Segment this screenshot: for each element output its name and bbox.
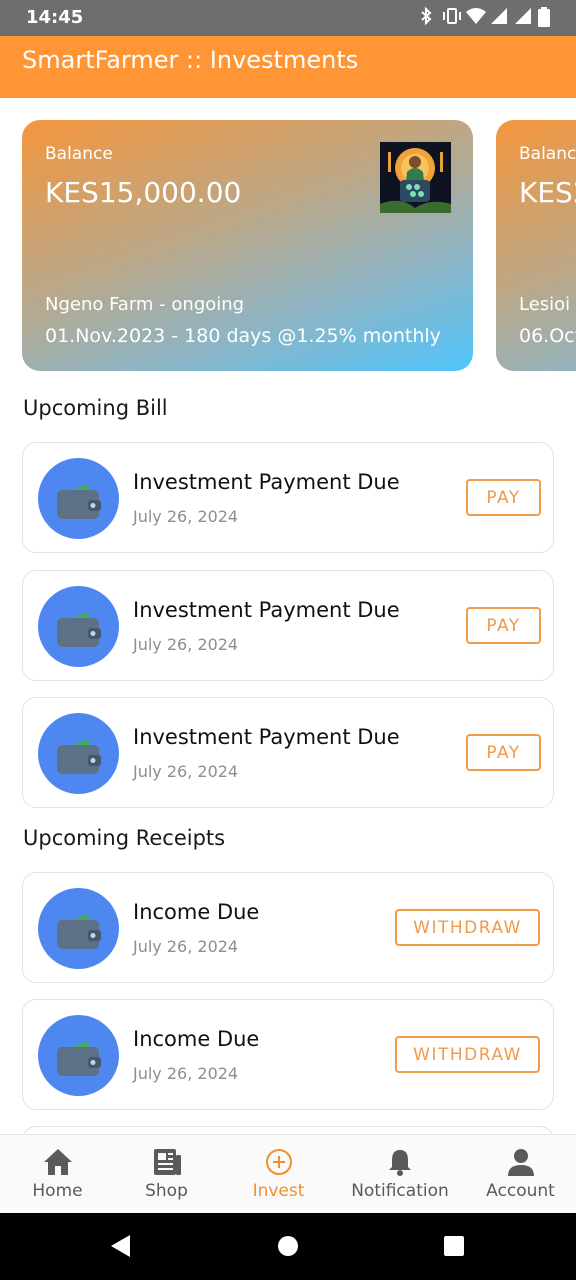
nav-item-shop[interactable]: Shop [109,1135,224,1214]
item-title: Income Due [133,900,260,924]
nav-item-home[interactable]: Home [0,1135,115,1214]
nav-label: Home [32,1181,83,1201]
signal-icon [514,7,531,25]
withdraw-button[interactable]: WITHDRAW [395,1036,540,1073]
pay-button[interactable]: PAY [466,607,541,644]
app-bar: SmartFarmer :: Investments [0,36,576,98]
page-title: SmartFarmer :: Investments [22,46,359,74]
person-icon [505,1147,537,1177]
withdraw-button[interactable]: WITHDRAW [395,909,540,946]
nav-item-invest[interactable]: Invest [221,1135,336,1214]
pay-button[interactable]: PAY [466,734,541,771]
nav-label: Invest [252,1181,305,1201]
status-time: 14:45 [26,7,84,28]
farm-status: Ngeno Farm - ongoing [45,294,245,315]
nav-item-account[interactable]: Account [463,1135,576,1214]
bell-icon [384,1147,416,1177]
nav-item-notification[interactable]: Notification [336,1135,464,1214]
item-title: Investment Payment Due [133,470,400,494]
newspaper-icon [151,1147,183,1177]
investment-terms: 01.Nov.2023 - 180 days @1.25% monthly [45,325,441,347]
system-navigation-bar [0,1213,576,1280]
back-button[interactable] [80,1213,160,1280]
receipt-item[interactable]: Income Due July 26, 2024 WITHDRAW [22,872,554,983]
bill-item[interactable]: Investment Payment Due July 26, 2024 PAY [22,442,554,553]
signal-icon [490,7,507,25]
receipt-item[interactable]: Income Due July 26, 2024 WITHDRAW [22,999,554,1110]
nav-label: Shop [145,1181,188,1201]
wallet-icon [38,1015,119,1096]
item-date: July 26, 2024 [133,937,239,956]
balance-card[interactable]: Balance KES15,000.00 Ngeno Farm - ongoin… [22,120,473,371]
item-title: Investment Payment Due [133,598,400,622]
item-date: July 26, 2024 [133,635,239,654]
status-icons [418,6,554,27]
balance-carousel[interactable]: Balance KES15,000.00 Ngeno Farm - ongoin… [0,98,576,388]
vibrate-icon [442,7,461,25]
wallet-icon [38,586,119,667]
balance-amount: KES15,000.00 [45,176,242,209]
home-button[interactable] [248,1213,328,1280]
balance-label: Balance [519,144,576,164]
bluetooth-icon [418,6,434,26]
item-date: July 26, 2024 [133,1064,239,1083]
pay-button[interactable]: PAY [466,479,541,516]
item-title: Income Due [133,1027,260,1051]
section-title-upcoming-bill: Upcoming Bill [23,396,168,420]
nav-label: Notification [351,1181,449,1201]
item-date: July 26, 2024 [133,507,239,526]
wallet-icon [38,458,119,539]
add-circle-icon [263,1147,295,1177]
wifi-icon [466,7,486,25]
nav-label: Account [486,1181,555,1201]
bill-item[interactable]: Investment Payment Due July 26, 2024 PAY [22,570,554,681]
battery-icon [538,7,554,27]
recents-button[interactable] [414,1213,494,1280]
status-bar: 14:45 [0,0,576,36]
balance-amount: KES2 [519,176,576,209]
farm-status: Lesioi [519,294,571,315]
balance-label: Balance [45,144,113,164]
item-date: July 26, 2024 [133,762,239,781]
bill-item[interactable]: Investment Payment Due July 26, 2024 PAY [22,697,554,808]
wallet-icon [38,888,119,969]
investment-terms: 06.Oct [519,325,576,347]
item-title: Investment Payment Due [133,725,400,749]
wallet-icon [38,713,119,794]
balance-card[interactable]: Balance KES2 Lesioi 06.Oct [496,120,576,371]
section-title-upcoming-receipts: Upcoming Receipts [23,826,226,850]
home-icon [42,1147,74,1177]
bottom-navigation: Home Shop Invest Notification Account [0,1134,576,1213]
farmer-phone-illustration [380,142,451,213]
